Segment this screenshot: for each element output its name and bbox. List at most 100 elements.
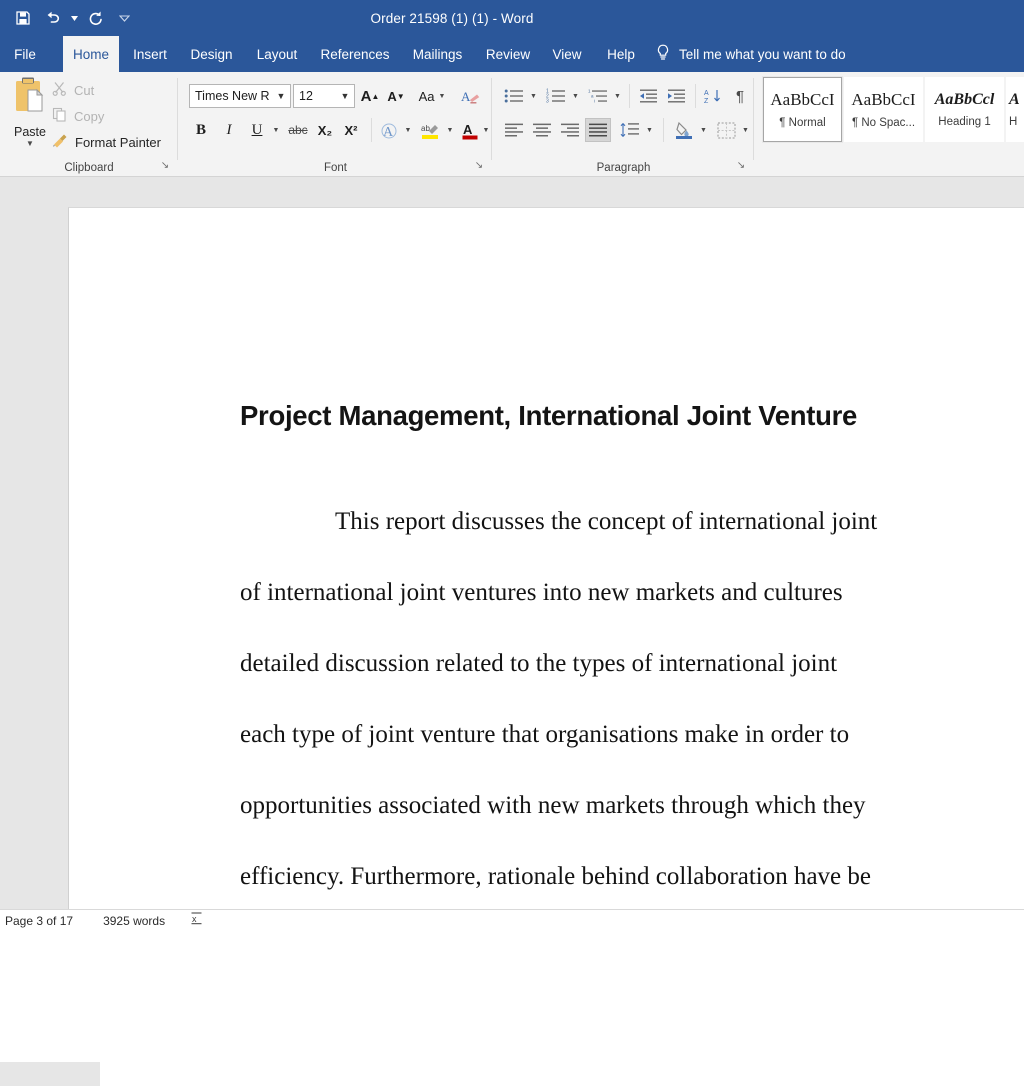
bold-button[interactable]: B [189, 118, 213, 142]
style-preview: AaBbCcI [770, 90, 835, 109]
strikethrough-button[interactable]: abc [285, 118, 311, 142]
window-title: Order 21598 (1) (1) - Word [370, 10, 534, 26]
ribbon: Paste ▼ Cut Copy Format Painter Clipboar… [0, 72, 1024, 177]
line-spacing-dropdown-icon[interactable]: ▼ [643, 118, 656, 142]
shrink-font-button[interactable]: A ▼ [385, 84, 407, 108]
ribbon-tab-bar: File Home Insert Design Layout Reference… [0, 36, 1024, 72]
status-word-count[interactable]: 3925 words [103, 914, 165, 928]
proofing-errors-icon[interactable]: x [191, 912, 203, 929]
font-size-value: 12 [299, 89, 313, 103]
ribbon-group-clipboard: Paste ▼ Cut Copy Format Painter Clipboar… [0, 72, 178, 177]
numbering-button[interactable]: 1 2 3 [543, 84, 569, 108]
document-canvas: Project Management, International Joint … [0, 177, 1024, 1086]
tab-mailings[interactable]: Mailings [406, 36, 469, 72]
svg-text:Z: Z [704, 98, 709, 105]
style-label: Heading 1 [938, 116, 991, 128]
change-case-button[interactable]: Aa ▼ [415, 84, 449, 108]
change-case-dropdown-icon[interactable]: ▼ [438, 93, 445, 100]
document-page[interactable]: Project Management, International Joint … [68, 207, 1024, 919]
line-spacing-button[interactable] [617, 118, 643, 142]
increase-indent-button[interactable] [663, 84, 689, 108]
paste-dropdown-icon[interactable]: ▼ [26, 140, 34, 148]
text-effects-button[interactable]: A [377, 118, 401, 142]
tell-me-placeholder: Tell me what you want to do [679, 46, 846, 62]
highlight-color-dropdown-icon[interactable]: ▼ [443, 118, 457, 142]
tab-layout[interactable]: Layout [250, 36, 304, 72]
tell-me-search[interactable]: Tell me what you want to do [656, 36, 846, 72]
multilevel-list-button[interactable]: 1 a i [585, 84, 611, 108]
paste-icon [10, 76, 50, 123]
font-group-label: Font [323, 162, 347, 174]
shading-dropdown-icon[interactable]: ▼ [697, 118, 710, 142]
clear-formatting-button[interactable]: A [457, 84, 483, 108]
tab-review[interactable]: Review [481, 36, 535, 72]
change-case-label: Aa [418, 88, 435, 104]
clipboard-group-label: Clipboard [64, 162, 114, 174]
decrease-indent-button[interactable] [635, 84, 661, 108]
format-painter-button[interactable]: Format Painter [52, 130, 161, 154]
tab-design[interactable]: Design [185, 36, 238, 72]
cut-button[interactable]: Cut [52, 78, 94, 102]
copy-label: Copy [74, 108, 105, 124]
underline-dropdown-icon[interactable]: ▼ [269, 118, 283, 142]
show-formatting-marks-button[interactable]: ¶ [729, 84, 751, 108]
superscript-button[interactable]: X² [339, 118, 363, 142]
font-name-input[interactable]: Times New R ▼ [189, 84, 291, 108]
font-dialog-launcher[interactable]: ↘ [472, 159, 486, 173]
tab-insert[interactable]: Insert [128, 36, 172, 72]
justify-button[interactable] [585, 118, 611, 142]
tab-help[interactable]: Help [601, 36, 641, 72]
highlight-color-button[interactable]: ab [417, 118, 443, 142]
borders-dropdown-icon[interactable]: ▼ [739, 118, 752, 142]
status-page-number[interactable]: Page 3 of 17 [5, 914, 73, 928]
bullets-button[interactable] [501, 84, 527, 108]
paintbrush-icon [52, 133, 68, 151]
shading-button[interactable] [671, 118, 697, 142]
numbering-dropdown-icon[interactable]: ▼ [569, 84, 582, 108]
multilevel-list-dropdown-icon[interactable]: ▼ [611, 84, 624, 108]
style-label: ¶ Normal [779, 117, 826, 129]
scissors-icon [52, 81, 67, 99]
document-line: detailed discussion related to the types… [240, 650, 838, 677]
paragraph-dialog-launcher[interactable]: ↘ [734, 159, 748, 173]
document-line: This report discusses the concept of int… [335, 508, 878, 535]
ribbon-group-font: Times New R ▼ 12 ▼ A ▲ A ▼ Aa ▼ A B I U … [179, 72, 492, 177]
borders-button[interactable] [713, 118, 739, 142]
italic-button[interactable]: I [217, 118, 241, 142]
font-name-dropdown-icon[interactable]: ▼ [272, 91, 290, 101]
bullets-dropdown-icon[interactable]: ▼ [527, 84, 540, 108]
align-center-button[interactable] [529, 118, 555, 142]
align-left-button[interactable] [501, 118, 527, 142]
tab-references[interactable]: References [316, 36, 394, 72]
ribbon-group-styles: AaBbCcI ¶ Normal AaBbCcI ¶ No Spac... Aa… [755, 72, 1024, 177]
grow-font-button[interactable]: A ▲ [359, 84, 381, 108]
font-color-button[interactable]: A [459, 118, 481, 142]
tab-file[interactable]: File [6, 36, 44, 72]
subscript-button[interactable]: X₂ [313, 118, 337, 142]
status-bar: Page 3 of 17 3925 words x [0, 909, 1024, 931]
font-name-value: Times New R [195, 89, 270, 103]
style-label: ¶ No Spac... [851, 117, 916, 129]
align-right-button[interactable] [557, 118, 583, 142]
document-line: of international joint ventures into new… [240, 579, 843, 606]
style-heading-1[interactable]: AaBbCcl Heading 1 [925, 77, 1004, 142]
style-normal[interactable]: AaBbCcI ¶ Normal [762, 76, 843, 143]
sort-button[interactable]: A Z [701, 84, 727, 108]
style-no-spacing[interactable]: AaBbCcI ¶ No Spac... [844, 77, 923, 142]
paste-label: Paste [14, 125, 46, 139]
font-size-dropdown-icon[interactable]: ▼ [336, 91, 354, 101]
text-effects-dropdown-icon[interactable]: ▼ [401, 118, 415, 142]
tab-view[interactable]: View [547, 36, 587, 72]
font-size-input[interactable]: 12 ▼ [293, 84, 355, 108]
grow-font-label: A [360, 87, 372, 105]
underline-button[interactable]: U [245, 118, 269, 142]
copy-button[interactable]: Copy [52, 104, 104, 128]
tab-home[interactable]: Home [63, 36, 119, 72]
paste-button[interactable]: Paste ▼ [6, 76, 54, 148]
format-painter-label: Format Painter [75, 134, 161, 150]
style-heading-2-partial[interactable]: A H [1006, 77, 1024, 142]
svg-text:3: 3 [546, 99, 549, 104]
document-line: each type of joint venture that organisa… [240, 721, 850, 748]
shrink-font-label: A [387, 88, 397, 104]
clipboard-dialog-launcher[interactable]: ↘ [158, 159, 172, 173]
